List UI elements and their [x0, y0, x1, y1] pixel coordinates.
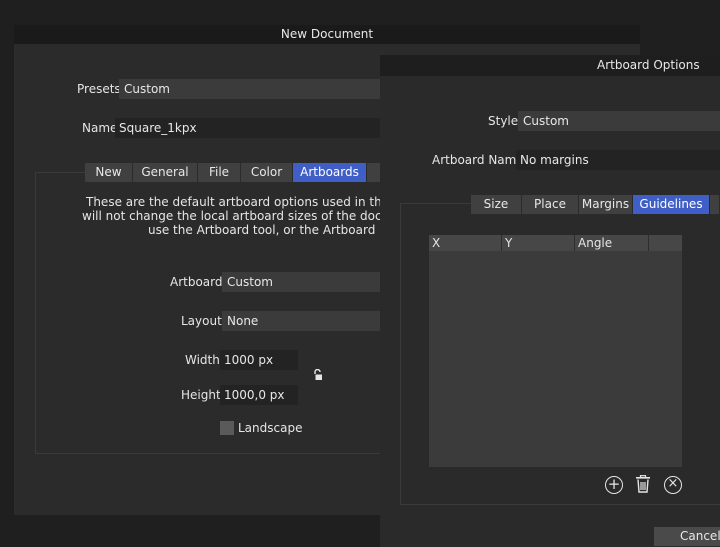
clear-circle-icon[interactable]: ×	[664, 476, 682, 494]
trash-icon[interactable]	[635, 474, 651, 493]
landscape-checkbox[interactable]	[220, 421, 234, 435]
artboard-name-input[interactable]: No margins	[516, 150, 720, 170]
cancel-button[interactable]: Cancel	[654, 527, 720, 546]
guidelines-table[interactable]: X Y Angle	[429, 235, 682, 467]
name-input[interactable]: Square_1kpx	[115, 118, 381, 138]
width-label: Width	[185, 353, 220, 367]
info-text: These are the default artboard options u…	[36, 195, 381, 239]
guidelines-table-header: X Y Angle	[429, 235, 682, 251]
artboard-select[interactable]: Custom	[222, 272, 381, 292]
layout-label: Layout	[181, 314, 222, 328]
tab-new[interactable]: New	[85, 163, 133, 182]
tab-guidelines[interactable]: Guidelines	[633, 195, 710, 214]
style-label: Style	[488, 114, 519, 128]
add-circle-icon[interactable]: +	[605, 476, 623, 494]
height-input[interactable]: 1000,0 px	[220, 385, 298, 405]
tab-artboards[interactable]: Artboards	[293, 163, 367, 182]
tab-general[interactable]: General	[133, 163, 198, 182]
presets-select[interactable]: Custom	[119, 79, 381, 99]
column-x[interactable]: X	[429, 235, 502, 251]
column-y[interactable]: Y	[502, 235, 575, 251]
presets-label: Presets	[77, 82, 121, 96]
height-label: Height	[181, 388, 221, 402]
info-line-2: will not change the local artboard sizes…	[82, 209, 381, 223]
info-line-1: These are the default artboard options u…	[86, 195, 381, 209]
tab-overflow	[367, 163, 381, 182]
width-input[interactable]: 1000 px	[220, 350, 298, 370]
info-line-3: use the Artboard tool, or the Artboard	[148, 223, 376, 237]
column-extra	[649, 235, 682, 251]
tab-size[interactable]: Size	[471, 195, 522, 214]
tab-place[interactable]: Place	[522, 195, 579, 214]
tab-margins[interactable]: Margins	[579, 195, 633, 214]
layout-select[interactable]: None	[222, 311, 381, 331]
tab-overflow-2	[710, 195, 720, 214]
unlocked-lock-icon[interactable]	[313, 368, 323, 381]
artboard-name-label: Artboard Name	[432, 153, 524, 167]
name-label: Name	[82, 121, 118, 135]
artboard-label: Artboard	[170, 275, 223, 289]
style-select[interactable]: Custom	[518, 111, 720, 131]
landscape-label: Landscape	[238, 421, 303, 435]
tab-file[interactable]: File	[198, 163, 241, 182]
tab-color[interactable]: Color	[241, 163, 293, 182]
column-angle[interactable]: Angle	[575, 235, 649, 251]
artboard-options-tabs: Size Place Margins Guidelines	[471, 195, 720, 214]
artboard-options-titlebar[interactable]: Artboard Options	[380, 55, 720, 76]
new-document-tabs: New General File Color Artboards	[85, 163, 381, 182]
new-document-titlebar[interactable]: New Document	[14, 25, 640, 44]
